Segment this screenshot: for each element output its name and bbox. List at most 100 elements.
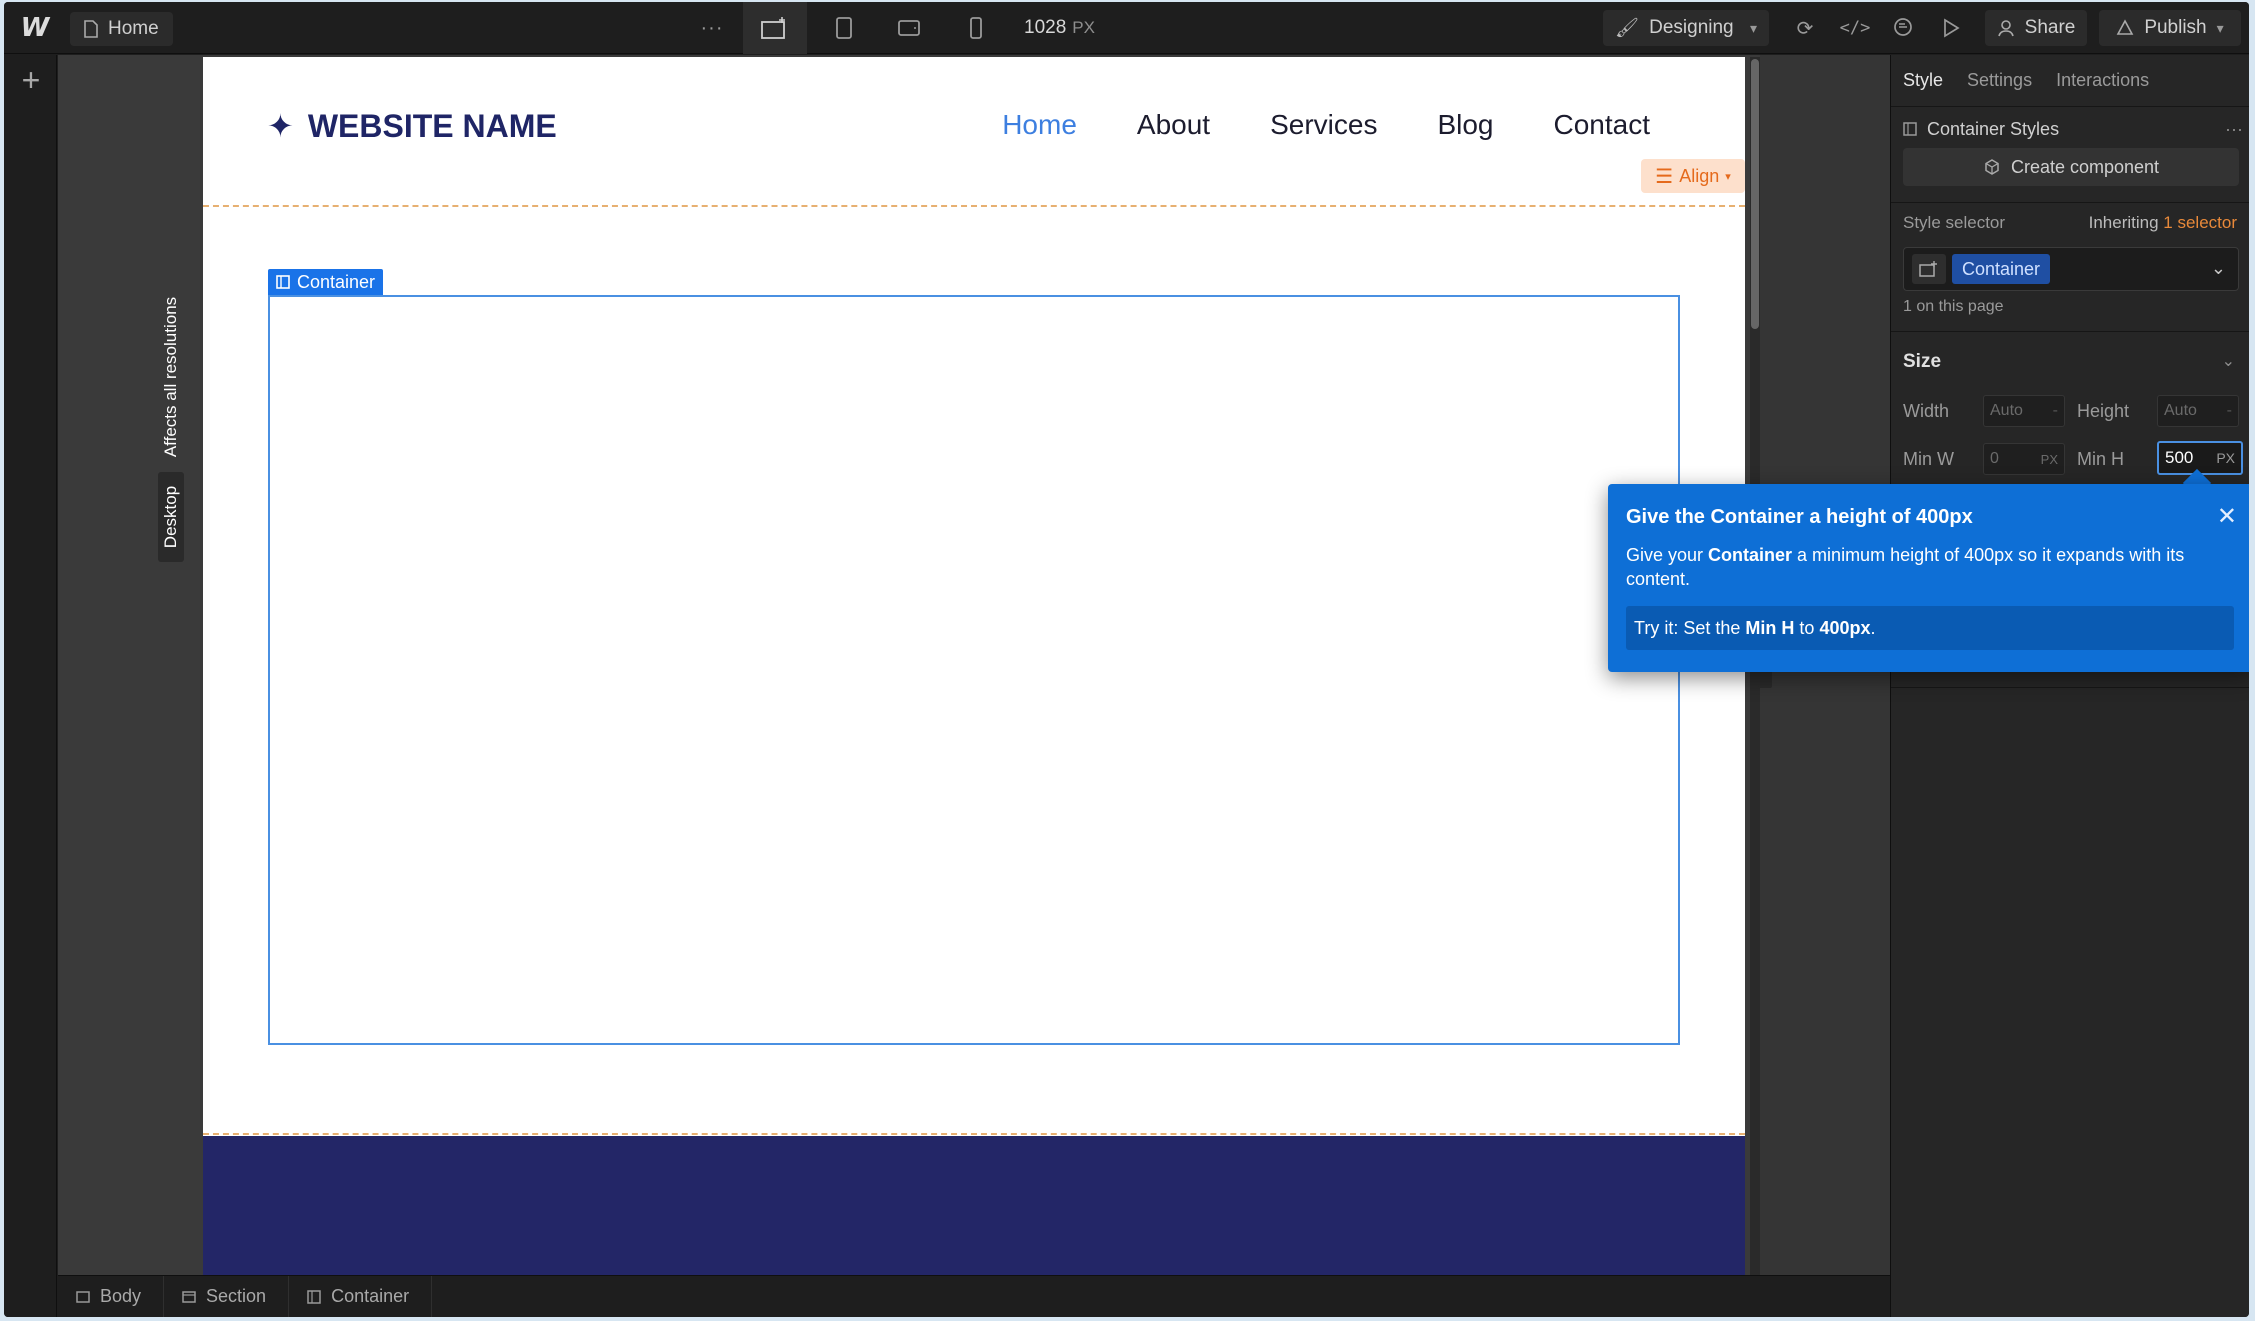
selected-container[interactable] <box>268 295 1680 1045</box>
min-width-input[interactable]: 0 PX <box>1983 443 2065 475</box>
site-preview[interactable]: ✦ WEBSITE NAME Home About Services Blog … <box>203 57 1745 1275</box>
panel-tabs: Style Settings Interactions <box>1891 55 2249 107</box>
align-button[interactable]: ☰ Align ▾ <box>1641 159 1745 193</box>
share-label: Share <box>2024 17 2076 38</box>
top-toolbar: W Home ··· 1028 PX 🖌 Designing ▾ ⟳ </> S… <box>4 2 2249 54</box>
code-icon[interactable]: </> <box>1835 2 1875 54</box>
panel-divider <box>1891 331 2249 332</box>
landscape-icon[interactable] <box>877 2 941 54</box>
tooltip-body: Give your Container a minimum height of … <box>1626 545 2185 589</box>
body-icon <box>76 1290 90 1303</box>
canvas-width-readout[interactable]: 1028 PX <box>1024 2 1095 54</box>
brush-icon: 🖌 <box>1615 18 1640 39</box>
nav-link-about[interactable]: About <box>1137 109 1210 141</box>
comment-icon[interactable] <box>1883 2 1923 54</box>
width-unit: PX <box>1072 18 1095 37</box>
tab-settings[interactable]: Settings <box>1955 55 2044 107</box>
tab-interactions[interactable]: Interactions <box>2044 55 2161 107</box>
page-icon <box>84 20 98 38</box>
tablet-icon[interactable] <box>812 2 876 54</box>
width-value: 1028 <box>1024 17 1067 38</box>
webflow-designer: W Home ··· 1028 PX 🖌 Designing ▾ ⟳ </> S… <box>4 2 2249 1317</box>
container-styles-row: Container Styles ··· <box>1903 114 2243 144</box>
nav-links: Home About Services Blog Contact <box>1002 109 1650 141</box>
footer-section[interactable] <box>203 1136 1745 1275</box>
chevron-down-icon[interactable]: ⌄ <box>2211 258 2226 279</box>
inheriting-info: Inheriting 1 selector <box>2088 213 2237 232</box>
desktop-tab: Desktop <box>158 472 184 562</box>
publish-icon <box>2116 19 2134 35</box>
min-height-label: Min H <box>2077 449 2125 469</box>
container-tag-label: Container <box>297 271 376 292</box>
container-icon <box>307 1289 321 1304</box>
scrollbar-thumb[interactable] <box>1751 59 1759 329</box>
star-icon: ✦ <box>267 108 294 144</box>
tab-style[interactable]: Style <box>1891 55 1955 107</box>
align-label: Align <box>1679 165 1720 186</box>
create-component-label: Create component <box>2010 156 2160 177</box>
chevron-down-icon[interactable]: ⌄ <box>2222 351 2235 371</box>
publish-button[interactable]: Publish ▾ <box>2099 10 2241 46</box>
inheriting-selector-link[interactable]: 1 selector <box>2163 213 2237 232</box>
close-icon[interactable]: ✕ <box>2217 502 2237 531</box>
breadcrumb-section[interactable]: Section <box>164 1275 290 1317</box>
selector-chip-container[interactable]: Container <box>1952 254 2051 284</box>
page-name: Home <box>108 18 159 39</box>
breadcrumb-body[interactable]: Body <box>58 1275 165 1317</box>
align-icon: ☰ <box>1655 165 1674 188</box>
tooltip-try-it: Try it: Set the Min H to 400px. <box>1626 606 2234 650</box>
user-icon <box>1997 20 2014 37</box>
left-toolbar: + <box>4 55 57 1317</box>
min-height-input[interactable]: 500 PX <box>2157 441 2243 475</box>
share-button[interactable]: Share <box>1985 10 2087 46</box>
container-icon <box>1903 122 1917 136</box>
create-component-button[interactable]: Create component <box>1903 148 2239 186</box>
phone-icon[interactable] <box>944 2 1008 54</box>
publish-label: Publish <box>2144 17 2207 38</box>
component-icon <box>1985 159 1999 175</box>
nav-link-blog[interactable]: Blog <box>1437 109 1493 141</box>
element-breadcrumb: Body Section Container <box>58 1275 1890 1317</box>
tutorial-tooltip: Give the Container a height of 400px ✕ G… <box>1608 484 2249 672</box>
caret-down-icon: ▾ <box>1725 170 1731 183</box>
desktop-breakpoint-icon[interactable] <box>743 2 807 54</box>
container-tag[interactable]: Container <box>268 269 384 295</box>
style-selector-label: Style selector <box>1903 213 2006 232</box>
height-input[interactable]: Auto - <box>2157 395 2239 427</box>
more-options-icon[interactable]: ··· <box>2225 119 2243 140</box>
style-selector-field[interactable]: Container ⌄ <box>1903 247 2239 291</box>
min-width-label: Min W <box>1903 449 1954 469</box>
container-icon <box>276 275 290 289</box>
panel-divider <box>1891 687 2249 688</box>
add-class-icon[interactable] <box>1912 254 1946 284</box>
mode-label: Designing <box>1649 17 1734 38</box>
panel-divider <box>1891 202 2249 203</box>
brand-logo[interactable]: ✦ WEBSITE NAME <box>267 107 557 145</box>
sync-icon[interactable]: ⟳ <box>1785 2 1825 54</box>
resolution-indicator: Affects all resolutions Desktop <box>158 290 184 628</box>
tooltip-title: Give the Container a height of 400px <box>1626 506 1973 528</box>
brand-name: WEBSITE NAME <box>307 107 557 144</box>
width-input[interactable]: Auto - <box>1983 395 2065 427</box>
on-page-count: 1 on this page <box>1903 298 2004 315</box>
designer-mode-dropdown[interactable]: 🖌 Designing ▾ <box>1603 10 1769 46</box>
nav-link-services[interactable]: Services <box>1270 109 1377 141</box>
site-navbar[interactable]: ✦ WEBSITE NAME Home About Services Blog … <box>203 57 1745 204</box>
more-menu-button[interactable]: ··· <box>696 2 728 54</box>
chevron-down-icon: ▾ <box>1749 19 1757 36</box>
nav-link-contact[interactable]: Contact <box>1554 109 1651 141</box>
section-icon <box>182 1290 196 1303</box>
container-styles-label: Container Styles <box>1927 118 2060 139</box>
page-selector[interactable]: Home <box>70 12 173 46</box>
breadcrumb-container[interactable]: Container <box>289 1275 433 1317</box>
webflow-logo-icon[interactable]: W <box>18 2 52 54</box>
width-label: Width <box>1903 401 1950 421</box>
play-icon[interactable] <box>1931 2 1971 54</box>
height-label: Height <box>2077 401 2130 421</box>
size-section-heading[interactable]: Size <box>1903 351 1941 373</box>
style-panel: Style Settings Interactions Container St… <box>1890 55 2249 1317</box>
affects-all-resolutions-tab: Affects all resolutions <box>161 296 181 458</box>
chevron-down-icon: ▾ <box>2216 19 2224 36</box>
add-icon[interactable]: + <box>16 64 46 96</box>
nav-link-home[interactable]: Home <box>1002 109 1077 141</box>
